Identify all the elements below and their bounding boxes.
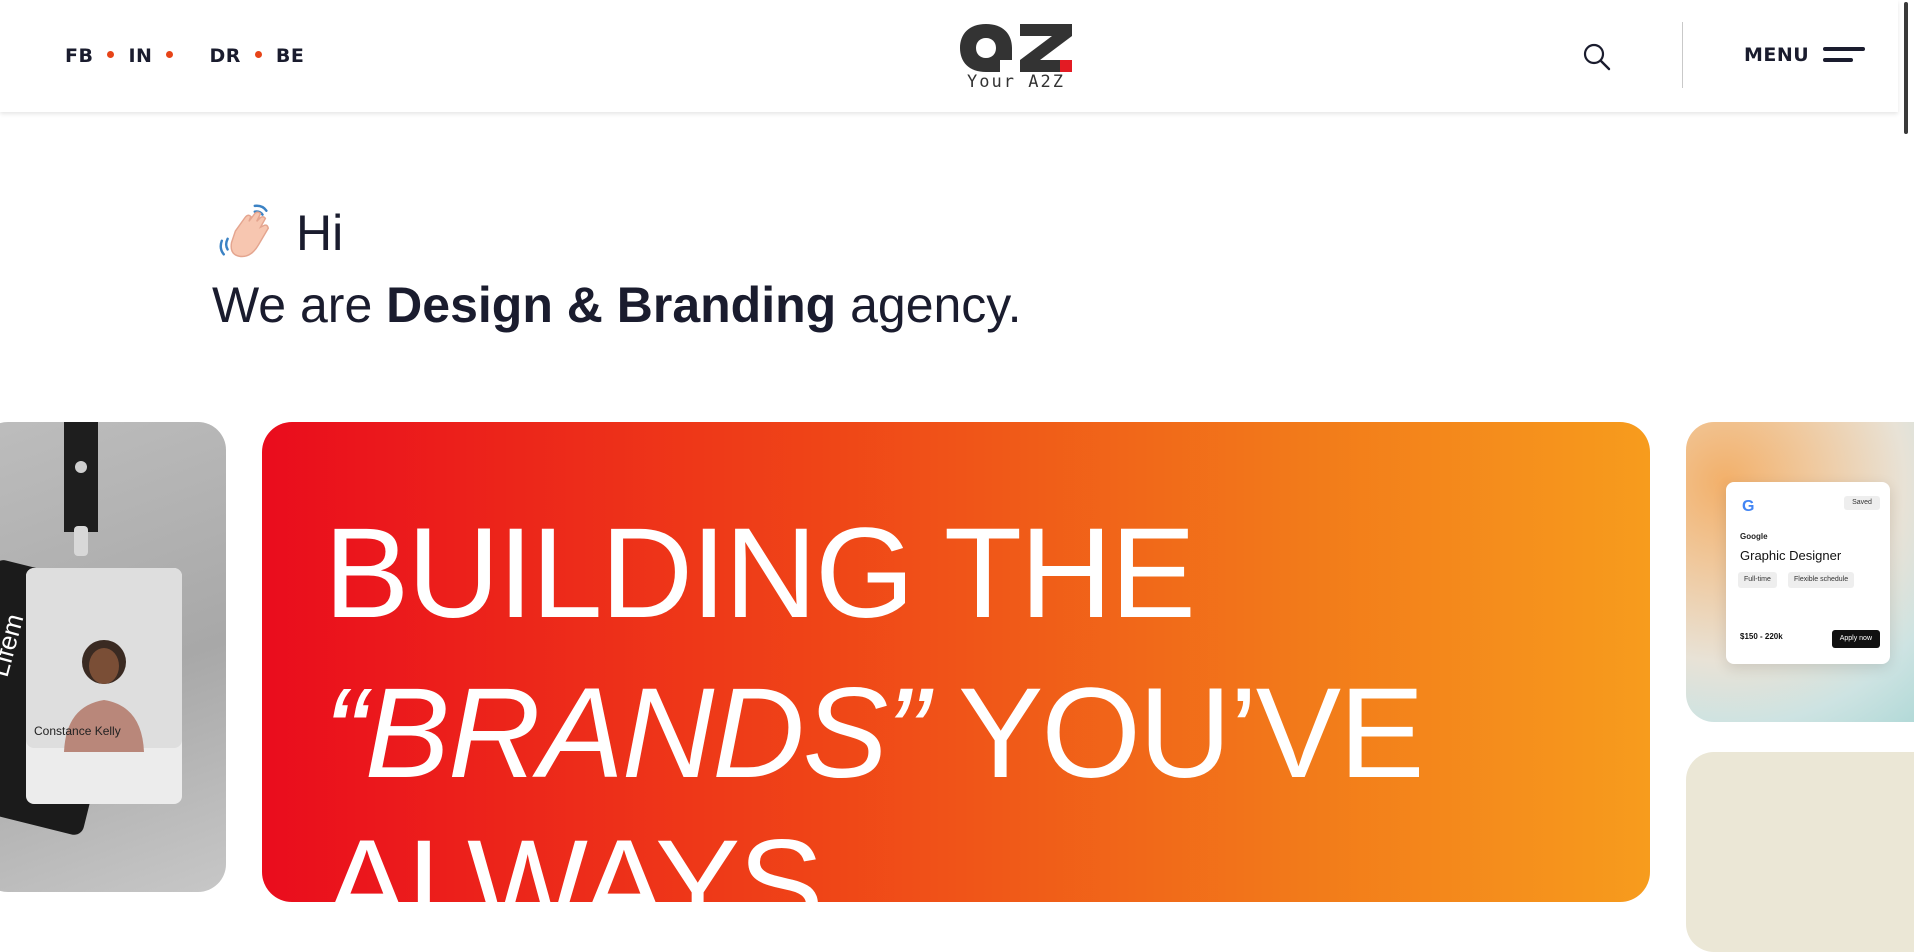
- separator-dot: [107, 50, 115, 58]
- job-salary: $150 - 220k: [1740, 632, 1783, 641]
- hero-line-3: ALWAYS: [324, 814, 824, 903]
- waving-hand-icon: [219, 204, 270, 258]
- separator-dot: [254, 50, 262, 58]
- agency-tagline: We are Design & Branding agency.: [212, 276, 1022, 334]
- social-link-dr[interactable]: DR: [209, 45, 240, 67]
- search-icon[interactable]: [1582, 42, 1612, 72]
- hero-line-2: “BRANDS” YOU’VE: [324, 670, 1424, 798]
- scrollbar-thumb[interactable]: [1904, 2, 1908, 134]
- tagline-prefix: We are: [212, 277, 387, 333]
- site-header: FB IN DR BE Your A2Z MENU: [0, 0, 1898, 112]
- saved-badge: Saved: [1844, 496, 1880, 510]
- job-chip: Flexible schedule: [1788, 572, 1855, 588]
- badge-name: Constance Kelly: [34, 724, 121, 738]
- social-link-fb[interactable]: FB: [65, 45, 93, 67]
- google-g-icon: G: [1742, 498, 1755, 515]
- tagline-emphasis: Design & Branding: [386, 277, 837, 333]
- portfolio-card-badge[interactable]: Constance Kelly Lifem: [0, 422, 226, 892]
- hero-line-1: BUILDING THE: [324, 502, 1196, 645]
- hamburger-icon: [1823, 45, 1866, 65]
- portfolio-card-next[interactable]: [1686, 752, 1914, 952]
- hero-line-2-rest: YOU’VE: [926, 662, 1425, 805]
- menu-button[interactable]: MENU: [1744, 44, 1866, 66]
- logo-tagline: Your A2Z: [967, 72, 1065, 92]
- hero-line-2-italic: “BRANDS”: [324, 662, 929, 805]
- menu-label: MENU: [1744, 44, 1810, 66]
- social-link-be[interactable]: BE: [276, 45, 304, 67]
- id-badge-illustration: [0, 422, 182, 835]
- separator-dot: [166, 50, 174, 58]
- greeting-text: Hi: [296, 205, 344, 261]
- job-listing-card: G Saved Google Graphic Designer Full-tim…: [1726, 482, 1890, 664]
- portfolio-card-job[interactable]: G Saved Google Graphic Designer Full-tim…: [1686, 422, 1914, 722]
- job-company: Google: [1740, 532, 1768, 541]
- header-divider: [1682, 22, 1683, 88]
- social-link-in[interactable]: IN: [128, 45, 152, 67]
- social-links: FB IN DR BE: [65, 45, 304, 67]
- greeting: Hi: [216, 202, 343, 264]
- tagline-suffix: agency.: [836, 277, 1022, 333]
- job-title: Graphic Designer: [1740, 548, 1842, 563]
- hero-banner[interactable]: BUILDING THE “BRANDS” YOU’VE ALWAYS: [262, 422, 1650, 902]
- job-chip: Full-time: [1738, 572, 1777, 588]
- apply-button: Apply now: [1831, 630, 1880, 648]
